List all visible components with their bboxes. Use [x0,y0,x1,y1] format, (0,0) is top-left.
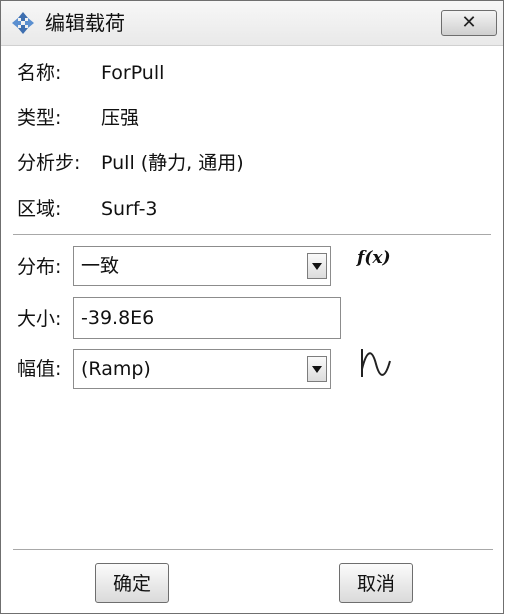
step-value: Pull (静力, 通用) [101,152,244,174]
magnitude-label: 大小: [17,308,62,330]
name-label: 名称: [17,62,62,84]
ok-button[interactable]: 确定 [95,563,169,603]
footer-divider [13,549,493,550]
close-icon: ✕ [461,12,477,33]
cancel-button[interactable]: 取消 [339,563,413,603]
region-label: 区域: [17,198,62,220]
name-value: ForPull [101,62,165,84]
type-value: 压强 [101,107,140,129]
function-fx-icon[interactable]: f(x) [357,248,391,268]
cancel-button-label: 取消 [356,573,395,595]
step-label: 分析步: [17,152,81,174]
ok-button-label: 确定 [112,573,151,595]
region-value: Surf-3 [101,198,158,220]
amplitude-value: (Ramp) [81,358,151,380]
amplitude-label: 幅值: [17,358,62,380]
title-bar[interactable]: 编辑载荷 ✕ [1,1,503,46]
distribution-select[interactable]: 一致 [73,246,331,286]
chevron-down-icon[interactable] [307,253,327,279]
amplitude-select[interactable]: (Ramp) [73,349,331,389]
section-divider [13,234,491,235]
distribution-label: 分布: [17,256,62,278]
type-label: 类型: [17,107,62,129]
edit-load-dialog: 编辑载荷 ✕ 名称: ForPull 类型: 压强 分析步: Pull (静力,… [0,0,504,614]
magnitude-value: -39.8E6 [81,307,155,329]
distribution-value: 一致 [81,255,120,277]
close-button[interactable]: ✕ [441,10,497,36]
chevron-down-icon[interactable] [307,356,327,382]
amplitude-wave-icon[interactable] [359,347,393,381]
move-cross-icon [12,12,34,34]
dialog-title: 编辑载荷 [45,11,125,35]
magnitude-input[interactable]: -39.8E6 [73,297,341,339]
